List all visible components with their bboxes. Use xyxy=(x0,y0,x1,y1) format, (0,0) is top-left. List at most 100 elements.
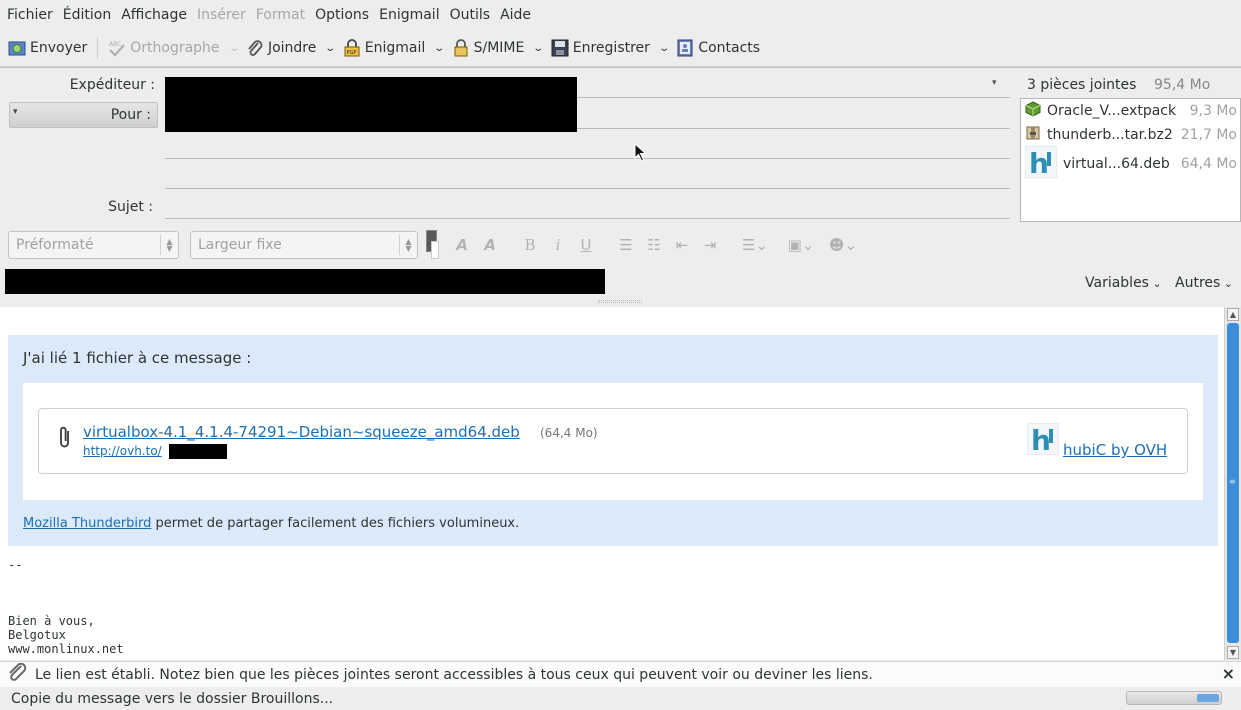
menu-options[interactable]: Options xyxy=(310,0,374,30)
cloud-attachment-box: J'ai lié 1 fichier à ce message : virtua… xyxy=(8,335,1218,546)
scroll-down-icon[interactable]: ▼ xyxy=(1227,646,1239,659)
insert-image-dropdown-icon[interactable]: ▣⌄ xyxy=(784,233,818,257)
provider-link[interactable]: hubiC by OVH xyxy=(1063,441,1167,459)
menu-aide[interactable]: Aide xyxy=(495,0,536,30)
notification-text: Le lien est établi. Notez bien que les p… xyxy=(35,666,873,683)
smime-button[interactable]: S/MIME ⌄ xyxy=(448,34,547,62)
chevron-down-icon[interactable]: ⌄ xyxy=(325,43,337,54)
paperclip-icon xyxy=(0,662,35,687)
enigmail-label: Enigmail xyxy=(364,40,426,56)
redacted-sender-recipient xyxy=(165,77,577,132)
message-body-editor[interactable]: J'ai lié 1 fichier à ce message : virtua… xyxy=(0,307,1224,660)
attachment-size: 21,7 Mo xyxy=(1180,127,1237,143)
recipient-field-2-underline xyxy=(165,158,1010,159)
address-book-icon xyxy=(676,39,694,57)
compose-toolbar: Envoyer ABC Orthographe ⌄ Joindre ⌄ PGP … xyxy=(0,32,1241,64)
menu-affichage[interactable]: Affichage xyxy=(116,0,192,30)
menubar: Fichier Édition Affichage Insérer Format… xyxy=(0,0,1241,30)
menu-edition[interactable]: Édition xyxy=(58,0,116,30)
attachment-item[interactable]: thunderb...tar.bz2 21,7 Mo xyxy=(1025,124,1237,146)
variables-label: Variables xyxy=(1085,275,1149,291)
lock-icon xyxy=(452,39,470,57)
from-dropdown-arrow-icon[interactable]: ▾ xyxy=(992,78,997,88)
svg-text:PGP: PGP xyxy=(346,50,356,56)
attachment-item[interactable]: Oracle_V...extpack 9,3 Mo xyxy=(1025,100,1237,122)
send-button[interactable]: Envoyer xyxy=(4,34,91,62)
splitter-grip[interactable] xyxy=(598,300,642,303)
text-color-swatch[interactable] xyxy=(426,230,439,260)
status-text: Copie du message vers le dossier Brouill… xyxy=(11,690,334,707)
vertical-scrollbar[interactable]: ▲ ≡ ▼ xyxy=(1224,307,1241,660)
cloud-file-card: virtualbox-4.1_4.1.4-74291~Debian~squeez… xyxy=(38,408,1188,474)
paragraph-format-select[interactable]: Préformaté ▲ ▼ xyxy=(8,231,179,259)
chevron-down-icon[interactable]: ⌄ xyxy=(434,43,446,54)
grip-icon: ≡ xyxy=(1229,477,1236,486)
save-button[interactable]: Enregistrer ⌄ xyxy=(547,34,673,62)
spelling-label: Orthographe xyxy=(130,40,220,56)
status-bar: Copie du message vers le dossier Brouill… xyxy=(0,687,1241,710)
menu-format[interactable]: Format xyxy=(251,0,310,30)
smiley-dropdown-icon[interactable]: ☻⌄ xyxy=(826,233,860,257)
font-family-select[interactable]: Largeur fixe ▲ ▼ xyxy=(190,231,418,259)
attach-button[interactable]: Joindre ⌄ xyxy=(242,34,339,62)
lock-pgp-icon: PGP xyxy=(343,39,361,57)
underline-icon[interactable]: U xyxy=(576,233,596,257)
decrease-font-icon[interactable]: A xyxy=(452,233,472,257)
chevron-down-icon[interactable]: ⌄ xyxy=(658,43,670,54)
signature-separator: -- xyxy=(8,558,23,572)
attachment-name: Oracle_V...extpack xyxy=(1047,103,1177,119)
increase-font-icon[interactable]: A xyxy=(480,233,500,257)
menu-outils[interactable]: Outils xyxy=(445,0,495,30)
scrollbar-thumb[interactable]: ≡ xyxy=(1227,323,1239,643)
menu-enigmail[interactable]: Enigmail xyxy=(374,0,445,30)
cloud-short-url[interactable]: http://ovh.to/ xyxy=(83,444,162,458)
attachment-size: 9,3 Mo xyxy=(1189,103,1237,119)
spellcheck-icon: ABC xyxy=(108,39,126,57)
recipient-type-dropdown[interactable]: ▾ Pour : xyxy=(9,102,158,128)
bullet-list-icon[interactable]: ☰ xyxy=(616,233,636,257)
attachment-list[interactable]: Oracle_V...extpack 9,3 Mo thunderb...tar… xyxy=(1020,98,1241,222)
svg-text:h: h xyxy=(1029,147,1049,178)
recipient-field-3-underline xyxy=(165,188,1010,189)
package-icon xyxy=(1025,101,1047,121)
others-menu[interactable]: Autres ⌄ xyxy=(1175,275,1233,291)
hubic-logo-icon: h xyxy=(1026,422,1060,459)
menu-fichier[interactable]: Fichier xyxy=(2,0,58,30)
numbered-list-icon[interactable]: ☷ xyxy=(644,233,664,257)
toolbar-separator xyxy=(97,37,99,59)
subject-field-underline[interactable] xyxy=(165,218,1010,219)
outdent-icon[interactable]: ⇤ xyxy=(672,233,692,257)
subject-label: Sujet : xyxy=(108,199,153,215)
contacts-button[interactable]: Contacts xyxy=(672,34,764,62)
align-dropdown-icon[interactable]: ☰⌄ xyxy=(738,233,772,257)
save-label: Enregistrer xyxy=(572,40,650,56)
updown-arrow-icon: ▲ ▼ xyxy=(399,235,417,255)
cloud-intro-text: J'ai lié 1 fichier à ce message : xyxy=(23,349,252,367)
attachment-item[interactable]: h virtual...64.deb 64,4 Mo xyxy=(1024,145,1237,182)
variables-menu[interactable]: Variables ⌄ xyxy=(1085,275,1162,291)
chevron-down-icon[interactable]: ⌄ xyxy=(228,43,240,54)
menu-inserer[interactable]: Insérer xyxy=(192,0,251,30)
cloud-footer: Mozilla Thunderbird permet de partager f… xyxy=(23,516,519,531)
bold-icon[interactable]: B xyxy=(520,233,540,257)
indent-icon[interactable]: ⇥ xyxy=(700,233,720,257)
attachment-name: virtual...64.deb xyxy=(1063,156,1170,172)
hubic-icon: h xyxy=(1024,145,1063,182)
others-label: Autres xyxy=(1175,275,1221,291)
cloud-footer-text: permet de partager facilement des fichie… xyxy=(151,516,520,531)
signature-line: Bien à vous, xyxy=(8,614,95,628)
cloud-file-link[interactable]: virtualbox-4.1_4.1.4-74291~Debian~squeez… xyxy=(83,423,520,441)
notification-bar: Le lien est établi. Notez bien que les p… xyxy=(0,661,1241,687)
close-icon[interactable]: × xyxy=(1222,664,1235,683)
italic-icon[interactable]: i xyxy=(548,233,568,257)
enigmail-button[interactable]: PGP Enigmail ⌄ xyxy=(339,34,448,62)
redacted-bar xyxy=(5,269,605,294)
scroll-up-icon[interactable]: ▲ xyxy=(1227,308,1239,321)
progress-bar xyxy=(1126,691,1222,705)
spelling-button[interactable]: ABC Orthographe ⌄ xyxy=(104,34,242,62)
cloud-file-container: virtualbox-4.1_4.1.4-74291~Debian~squeez… xyxy=(23,383,1203,500)
smime-label: S/MIME xyxy=(473,40,525,56)
cloud-file-size: (64,4 Mo) xyxy=(540,426,598,440)
thunderbird-link[interactable]: Mozilla Thunderbird xyxy=(23,516,151,531)
chevron-down-icon[interactable]: ⌄ xyxy=(533,43,545,54)
